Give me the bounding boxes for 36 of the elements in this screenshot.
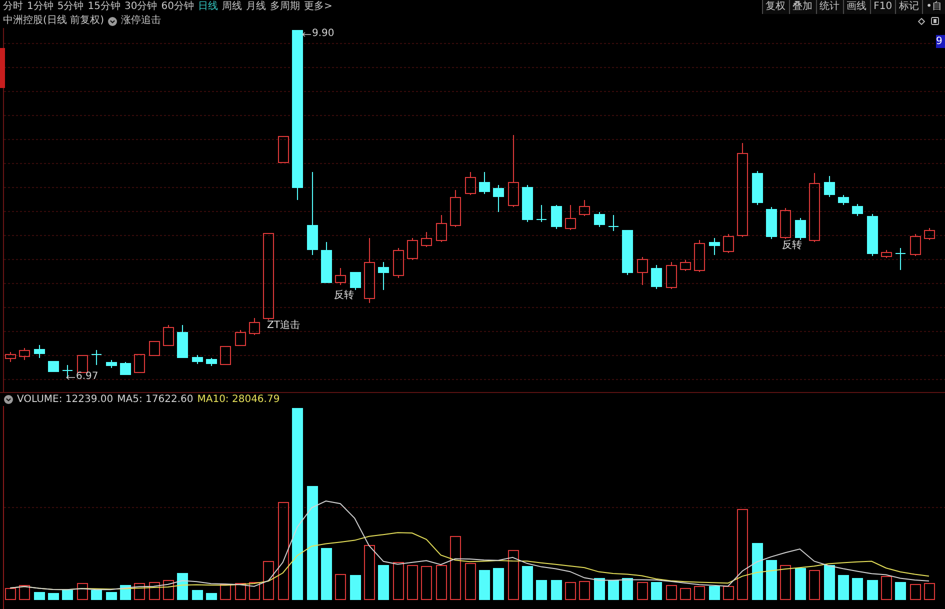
period-tab[interactable]: 月线	[246, 1, 266, 13]
axis-marker	[0, 48, 5, 88]
toolbar-button[interactable]: 叠加	[788, 0, 816, 14]
window-icon[interactable]	[931, 17, 939, 25]
toolbar-button[interactable]: 标记	[895, 0, 922, 14]
toolbar-button[interactable]: F10	[870, 0, 896, 14]
period-tab[interactable]: 60分钟	[161, 1, 194, 13]
diamond-icon[interactable]	[918, 18, 925, 24]
period-tab[interactable]: 5分钟	[57, 1, 84, 13]
legend-value: VOLUME: 12239.00	[17, 394, 114, 404]
period-tab[interactable]: 30分钟	[124, 1, 158, 13]
period-tab[interactable]: 1分钟	[27, 1, 54, 13]
high-price-label: 9.90	[312, 29, 334, 39]
chevron-circle-icon[interactable]	[4, 395, 13, 404]
legend-value: MA5: 17622.60	[117, 394, 194, 404]
low-price-label: 6.97	[76, 372, 98, 382]
signal-label: 反转	[782, 241, 802, 251]
chevron-circle-icon[interactable]	[108, 16, 117, 26]
period-tab[interactable]: 多周期	[270, 1, 300, 13]
signal-label: ZT追击	[267, 321, 300, 331]
toolbar-button[interactable]: 画线	[842, 0, 870, 14]
period-tab[interactable]: 15分钟	[88, 1, 120, 13]
indicator-name[interactable]: 涨停追击	[120, 16, 161, 26]
period-tab[interactable]: 分时	[3, 1, 23, 13]
toolbar-button[interactable]: 统计	[816, 0, 843, 14]
stock-title: 中洲控股(日线 前复权)	[3, 16, 104, 26]
period-tab[interactable]: 日线	[198, 1, 218, 13]
period-tab[interactable]: 周线	[222, 1, 242, 13]
price-tag: 9	[936, 35, 945, 48]
arrow-left-icon	[66, 374, 75, 380]
toolbar-button[interactable]: •自	[922, 0, 945, 14]
toolbar-button[interactable]: 复权	[762, 0, 789, 14]
legend-value: MA10: 28046.79	[197, 394, 280, 404]
signal-label: 反转	[334, 291, 354, 301]
period-tab[interactable]: 更多>	[304, 1, 332, 13]
arrow-left-icon	[302, 32, 311, 36]
